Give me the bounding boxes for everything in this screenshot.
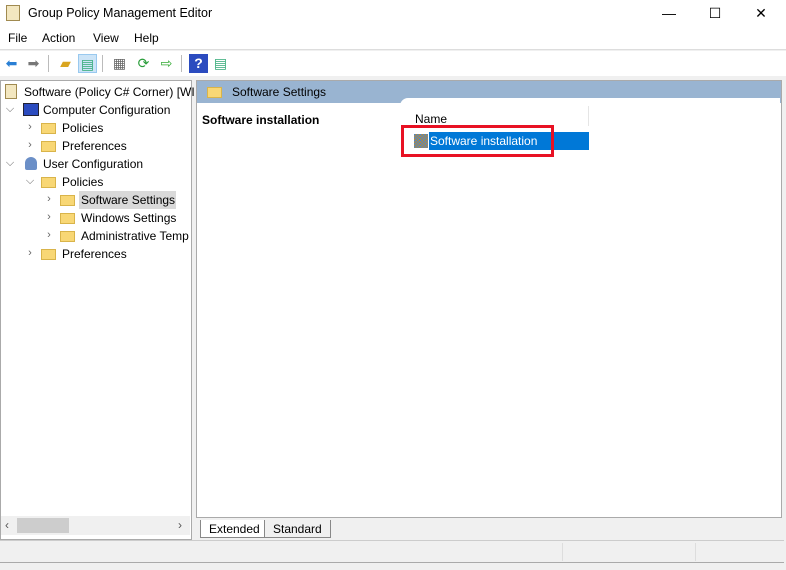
up-folder-icon[interactable]: ▰: [56, 54, 75, 73]
separator: [102, 55, 103, 72]
tree-item-windows-settings[interactable]: › Windows Settings: [1, 209, 191, 227]
tree-root[interactable]: Software (Policy C# Corner) [WI: [1, 83, 195, 101]
horizontal-scrollbar[interactable]: ‹ ›: [1, 516, 190, 535]
tree-item-user-preferences[interactable]: › Preferences: [1, 245, 191, 263]
list-area: [400, 98, 780, 517]
chevron-right-icon[interactable]: ›: [44, 211, 54, 223]
tree-item-administrative-templates[interactable]: › Administrative Temp: [1, 227, 191, 245]
title-bar: Group Policy Management Editor — ☐ ✕: [0, 0, 786, 26]
menu-help[interactable]: Help: [134, 31, 159, 45]
tree-item-label: Windows Settings: [81, 211, 177, 225]
export-list-icon[interactable]: ⇨: [157, 54, 176, 73]
folder-icon: [60, 195, 75, 206]
tab-standard[interactable]: Standard: [264, 520, 331, 538]
tree-item-computer-policies[interactable]: › Policies: [1, 119, 191, 137]
user-icon: [25, 157, 37, 170]
tree-item-label: User Configuration: [43, 157, 144, 171]
menu-bar: File Action View Help: [0, 26, 786, 50]
description-title: Software installation: [202, 113, 320, 127]
separator: [48, 55, 49, 72]
status-bar: [0, 540, 784, 563]
tree-item-user-configuration[interactable]: ⌵ User Configuration: [1, 155, 191, 173]
tree-item-label: Preferences: [62, 139, 127, 153]
window-title: Group Policy Management Editor: [28, 6, 213, 20]
tree-item-label: Policies: [62, 175, 104, 189]
pane-header-title: Software Settings: [232, 85, 327, 99]
tree-item-label: Administrative Temp: [81, 229, 189, 243]
toolbar: ⬅ ➡ ▰ ▤ ▦ ⟳ ⇨ ? ▤: [0, 51, 786, 76]
chevron-right-icon[interactable]: ›: [25, 139, 35, 151]
forward-icon[interactable]: ➡: [24, 54, 43, 73]
back-icon[interactable]: ⬅: [2, 54, 21, 73]
help-icon[interactable]: ?: [189, 54, 208, 73]
details-pane: Software Settings Software installation …: [196, 80, 782, 518]
properties-icon[interactable]: ▦: [110, 54, 129, 73]
separator: [181, 55, 182, 72]
tree-item-label: Computer Configuration: [43, 103, 171, 117]
chevron-right-icon[interactable]: ›: [25, 247, 35, 259]
chevron-right-icon[interactable]: ›: [25, 121, 35, 133]
folder-icon: [41, 123, 56, 134]
folder-icon: [60, 213, 75, 224]
maximize-button[interactable]: ☐: [692, 0, 738, 26]
close-button[interactable]: ✕: [738, 0, 784, 26]
show-action-pane-icon[interactable]: ▤: [211, 54, 230, 73]
scroll-thumb[interactable]: [17, 518, 69, 533]
chevron-right-icon[interactable]: ›: [44, 229, 54, 241]
folder-icon: [41, 141, 56, 152]
status-divider: [695, 543, 696, 561]
scroll-right-icon[interactable]: ›: [178, 518, 182, 532]
column-header-name[interactable]: Name: [415, 112, 447, 126]
chevron-down-icon[interactable]: ⌵: [5, 103, 15, 116]
tree-item-user-policies[interactable]: ⌵ Policies: [1, 173, 191, 191]
folder-icon: [41, 249, 56, 260]
highlight-box: [401, 125, 554, 157]
show-hide-tree-icon[interactable]: ▤: [78, 54, 97, 73]
scroll-left-icon[interactable]: ‹: [5, 518, 9, 532]
computer-icon: [23, 103, 39, 116]
chevron-right-icon[interactable]: ›: [44, 193, 54, 205]
column-divider: [588, 106, 589, 126]
minimize-button[interactable]: —: [646, 0, 692, 26]
app-icon: [6, 5, 20, 21]
view-tabs: Extended Standard: [196, 518, 786, 540]
status-divider: [562, 543, 563, 561]
tab-extended[interactable]: Extended: [200, 520, 269, 538]
tree-item-computer-configuration[interactable]: ⌵ Computer Configuration: [1, 101, 191, 119]
chevron-down-icon[interactable]: ⌵: [5, 157, 15, 170]
refresh-icon[interactable]: ⟳: [134, 54, 153, 73]
tree-item-label: Policies: [62, 121, 104, 135]
folder-icon: [41, 177, 56, 188]
chevron-down-icon[interactable]: ⌵: [25, 175, 35, 188]
folder-icon: [60, 231, 75, 242]
tree-panel: Software (Policy C# Corner) [WI ⌵ Comput…: [0, 80, 195, 540]
menu-view[interactable]: View: [93, 31, 119, 45]
menu-file[interactable]: File: [8, 31, 27, 45]
tree-item-software-settings[interactable]: › Software Settings: [1, 191, 191, 209]
tree-item-label: Preferences: [62, 247, 127, 261]
folder-icon: [207, 87, 222, 98]
tree-item-label: Software Settings: [81, 193, 176, 207]
tree-item-computer-preferences[interactable]: › Preferences: [1, 137, 191, 155]
tree-root-label: Software (Policy C# Corner) [WI: [24, 85, 195, 99]
menu-action[interactable]: Action: [42, 31, 75, 45]
policy-scroll-icon: [5, 84, 17, 99]
